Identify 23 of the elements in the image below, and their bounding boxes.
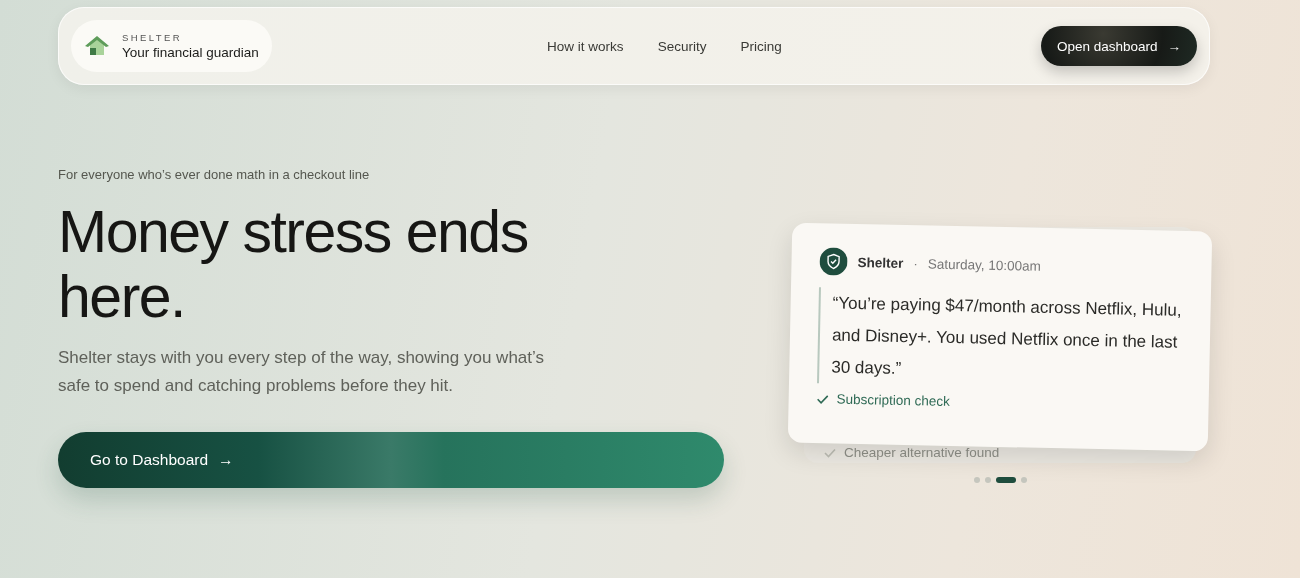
nav-link[interactable]: Security	[657, 38, 707, 54]
open-dashboard-button[interactable]: Open dashboard →	[1040, 26, 1197, 66]
brand-badge[interactable]: SHELTER Your financial guardian	[71, 20, 272, 72]
hero-description: Shelter stays with you every step of the way, showing you what’s safe to spend and catching problems before they hit.	[58, 346, 545, 397]
eyebrow-text: For everyone who’s ever done math in a checkout line	[58, 167, 371, 182]
nav-link[interactable]: How it works	[547, 38, 624, 54]
pagination-dot[interactable]	[984, 477, 991, 483]
tag-label: Subscription check	[836, 391, 951, 409]
sender-name: Shelter	[857, 254, 904, 271]
timestamp: Saturday, 10:00am	[927, 255, 1041, 274]
brand-tagline: Your financial guardian	[122, 45, 259, 60]
brand-name: SHELTER	[122, 32, 183, 43]
hero-heading: Money stress ends here.	[58, 200, 529, 330]
check-icon	[824, 447, 836, 458]
check-icon	[816, 393, 829, 404]
nav-link[interactable]: Pricing	[740, 38, 782, 54]
back-card-tag: Cheaper alternative found	[844, 445, 1000, 460]
house-icon	[84, 35, 110, 57]
go-to-dashboard-button[interactable]: Go to Dashboard →	[58, 431, 724, 488]
separator-dot: ·	[913, 255, 918, 271]
pagination-dot[interactable]	[973, 477, 980, 483]
shield-icon	[819, 247, 848, 276]
pagination-dot[interactable]	[1020, 477, 1027, 483]
